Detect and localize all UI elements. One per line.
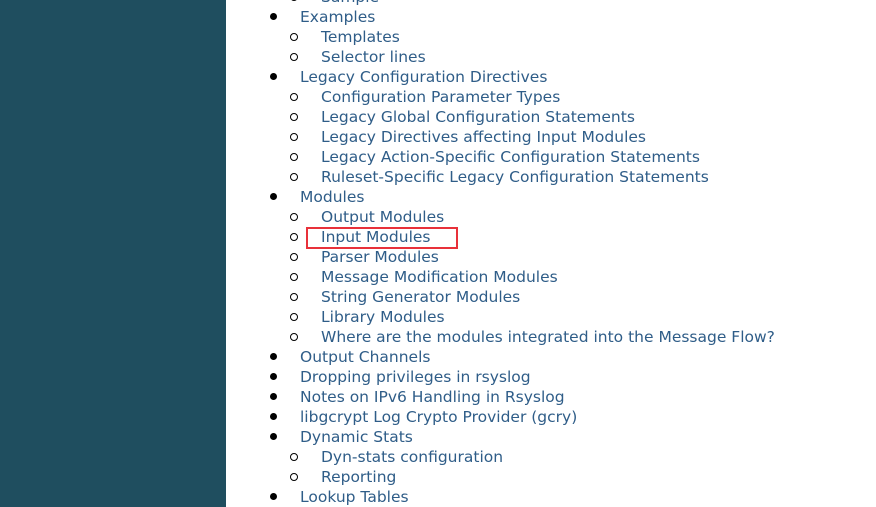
toc-item: String Generator Modules <box>290 287 520 307</box>
toc-link[interactable]: Selector lines <box>321 48 426 66</box>
toc-item: Sample <box>290 0 379 7</box>
circle-bullet-icon <box>290 233 298 241</box>
circle-bullet-icon <box>290 0 298 1</box>
toc-link[interactable]: Dynamic Stats <box>300 428 413 446</box>
circle-bullet-icon <box>290 133 298 141</box>
toc-item: Library Modules <box>290 307 445 327</box>
toc-link[interactable]: Sample <box>321 0 379 6</box>
toc-item: Legacy Directives affecting Input Module… <box>290 127 646 147</box>
toc-link[interactable]: Examples <box>300 8 375 26</box>
table-of-contents: Sample Examples Templates Selector lines Leg… <box>226 0 876 507</box>
toc-link[interactable]: Lookup Tables <box>300 488 409 506</box>
disc-bullet-icon <box>270 193 277 200</box>
toc-item: Legacy Configuration Directives <box>270 67 547 87</box>
toc-link[interactable]: Legacy Global Configuration Statements <box>321 108 635 126</box>
toc-link[interactable]: Legacy Configuration Directives <box>300 68 547 86</box>
toc-item: Legacy Global Configuration Statements <box>290 107 635 127</box>
toc-item: Selector lines <box>290 47 426 67</box>
toc-item: Notes on IPv6 Handling in Rsyslog <box>270 387 565 407</box>
toc-link[interactable]: Dropping privileges in rsyslog <box>300 368 531 386</box>
toc-item: Dropping privileges in rsyslog <box>270 367 531 387</box>
disc-bullet-icon <box>270 353 277 360</box>
disc-bullet-icon <box>270 493 277 500</box>
toc-item: Output Modules <box>290 207 444 227</box>
toc-link[interactable]: Output Channels <box>300 348 430 366</box>
toc-link[interactable]: Dyn-stats configuration <box>321 448 503 466</box>
circle-bullet-icon <box>290 213 298 221</box>
circle-bullet-icon <box>290 453 298 461</box>
toc-link[interactable]: Notes on IPv6 Handling in Rsyslog <box>300 388 565 406</box>
toc-link[interactable]: libgcrypt Log Crypto Provider (gcry) <box>300 408 577 426</box>
toc-item: Examples <box>270 7 375 27</box>
circle-bullet-icon <box>290 333 298 341</box>
toc-item: Where are the modules integrated into th… <box>290 327 775 347</box>
toc-item: Templates <box>290 27 400 47</box>
toc-item: Message Modification Modules <box>290 267 558 287</box>
circle-bullet-icon <box>290 173 298 181</box>
toc-link[interactable]: Templates <box>321 28 400 46</box>
circle-bullet-icon <box>290 273 298 281</box>
circle-bullet-icon <box>290 53 298 61</box>
toc-item: Ruleset-Specific Legacy Configuration St… <box>290 167 709 187</box>
circle-bullet-icon <box>290 93 298 101</box>
toc-item: Legacy Action-Specific Configuration Sta… <box>290 147 700 167</box>
toc-link[interactable]: Ruleset-Specific Legacy Configuration St… <box>321 168 709 186</box>
disc-bullet-icon <box>270 73 277 80</box>
toc-item: Lookup Tables <box>270 487 409 507</box>
toc-link[interactable]: Library Modules <box>321 308 445 326</box>
circle-bullet-icon <box>290 293 298 301</box>
toc-link[interactable]: Message Modification Modules <box>321 268 558 286</box>
circle-bullet-icon <box>290 473 298 481</box>
circle-bullet-icon <box>290 113 298 121</box>
circle-bullet-icon <box>290 313 298 321</box>
toc-item: libgcrypt Log Crypto Provider (gcry) <box>270 407 577 427</box>
toc-link[interactable]: Legacy Action-Specific Configuration Sta… <box>321 148 700 166</box>
toc-link[interactable]: Output Modules <box>321 208 444 226</box>
toc-item: Dyn-stats configuration <box>290 447 503 467</box>
disc-bullet-icon <box>270 413 277 420</box>
toc-item: Modules <box>270 187 364 207</box>
toc-link[interactable]: Configuration Parameter Types <box>321 88 560 106</box>
toc-link[interactable]: Where are the modules integrated into th… <box>321 328 775 346</box>
sidebar <box>0 0 226 507</box>
circle-bullet-icon <box>290 33 298 41</box>
circle-bullet-icon <box>290 153 298 161</box>
disc-bullet-icon <box>270 393 277 400</box>
toc-item: Dynamic Stats <box>270 427 413 447</box>
disc-bullet-icon <box>270 373 277 380</box>
toc-item: Configuration Parameter Types <box>290 87 560 107</box>
toc-link[interactable]: Reporting <box>321 468 396 486</box>
disc-bullet-icon <box>270 13 277 20</box>
toc-link[interactable]: Parser Modules <box>321 248 439 266</box>
toc-item: Parser Modules <box>290 247 439 267</box>
toc-link[interactable]: Modules <box>300 188 364 206</box>
highlight-box <box>306 227 458 249</box>
toc-link[interactable]: String Generator Modules <box>321 288 520 306</box>
toc-item: Output Channels <box>270 347 430 367</box>
toc-link[interactable]: Legacy Directives affecting Input Module… <box>321 128 646 146</box>
circle-bullet-icon <box>290 253 298 261</box>
toc-item: Reporting <box>290 467 396 487</box>
disc-bullet-icon <box>270 433 277 440</box>
